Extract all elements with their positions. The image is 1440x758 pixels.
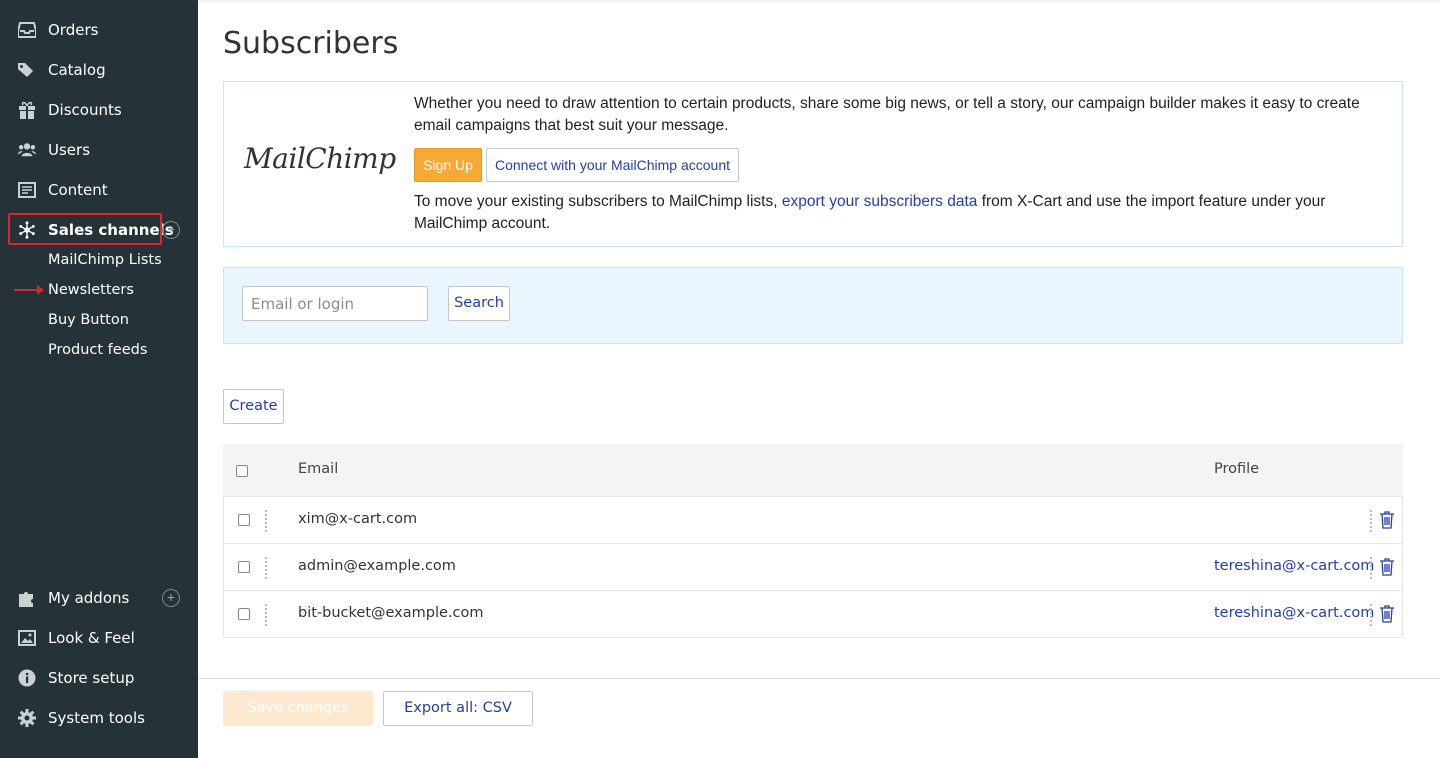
row-checkbox[interactable]: [238, 608, 250, 620]
subscriber-table: xim@x-cart.com admin@example.com tereshi…: [223, 496, 1403, 638]
sidebar-item-label: My addons: [48, 589, 130, 607]
save-changes-button[interactable]: Save changes: [223, 691, 373, 726]
add-sales-channel-icon[interactable]: +: [162, 221, 180, 239]
users-icon: [18, 141, 36, 159]
gift-icon: [18, 101, 36, 119]
column-header-email: Email: [298, 461, 339, 477]
sidebar-item-content[interactable]: Content: [0, 170, 198, 210]
search-input[interactable]: [242, 286, 428, 321]
select-all-checkbox[interactable]: [236, 465, 248, 477]
signup-button[interactable]: Sign Up: [414, 148, 482, 182]
row-checkbox[interactable]: [238, 514, 250, 526]
arrow-indicator-icon: [14, 285, 44, 295]
separator-dots: [1370, 604, 1372, 626]
trash-icon[interactable]: [1379, 558, 1395, 576]
drag-handle-icon[interactable]: [265, 510, 267, 532]
subscriber-email: admin@example.com: [298, 558, 456, 574]
subscriber-email: bit-bucket@example.com: [298, 605, 484, 621]
info-icon: [18, 669, 36, 687]
export-csv-button[interactable]: Export all: CSV: [383, 691, 533, 726]
sidebar-item-label: Store setup: [48, 669, 135, 687]
sidebar-item-label: Look & Feel: [48, 629, 135, 647]
separator-dots: [1370, 510, 1372, 532]
add-addon-icon[interactable]: +: [162, 589, 180, 607]
trash-icon[interactable]: [1379, 605, 1395, 623]
sidebar-item-orders[interactable]: Orders: [0, 10, 198, 50]
trash-icon[interactable]: [1379, 511, 1395, 529]
export-subscribers-link[interactable]: export your subscribers data: [782, 193, 978, 210]
subscriber-profile-link[interactable]: tereshina@x-cart.com: [1214, 605, 1374, 621]
main-content: Subscribers MailChimp Whether you need t…: [198, 0, 1440, 758]
sidebar-item-discounts[interactable]: Discounts: [0, 90, 198, 130]
search-panel: Search: [223, 267, 1403, 344]
sidebar-item-label: Orders: [48, 21, 99, 39]
gear-icon: [18, 709, 36, 727]
row-checkbox[interactable]: [238, 561, 250, 573]
inbox-icon: [18, 21, 36, 39]
mailchimp-promo: MailChimp Whether you need to draw atten…: [223, 81, 1403, 247]
mailchimp-move-text: To move your existing subscribers to Mai…: [414, 191, 1374, 235]
column-header-profile: Profile: [1214, 461, 1260, 477]
page-title: Subscribers: [223, 26, 399, 61]
table-header: Email Profile: [223, 444, 1403, 496]
separator-dots: [1370, 557, 1372, 579]
sidebar-item-look-feel[interactable]: Look & Feel: [0, 618, 198, 658]
sidebar-item-system-tools[interactable]: System tools: [0, 698, 198, 738]
connect-mailchimp-button[interactable]: Connect with your MailChimp account: [486, 148, 739, 182]
sidebar-item-catalog[interactable]: Catalog: [0, 50, 198, 90]
drag-handle-icon[interactable]: [265, 604, 267, 626]
search-button[interactable]: Search: [448, 286, 510, 321]
subscriber-email: xim@x-cart.com: [298, 511, 418, 527]
table-row: admin@example.com tereshina@x-cart.com: [224, 544, 1402, 591]
table-row: xim@x-cart.com: [224, 497, 1402, 544]
sidebar-item-users[interactable]: Users: [0, 130, 198, 170]
puzzle-icon: [18, 589, 36, 607]
highlight-frame: [8, 213, 162, 245]
tags-icon: [18, 61, 36, 79]
sidebar-subitem-mailchimp-lists[interactable]: MailChimp Lists: [48, 245, 162, 275]
sidebar-item-label: Discounts: [48, 101, 122, 119]
create-button[interactable]: Create: [223, 389, 284, 424]
sidebar: Orders Catalog Discounts Users Content S…: [0, 0, 198, 758]
sidebar-subitem-buy-button[interactable]: Buy Button: [48, 305, 129, 335]
image-icon: [18, 629, 36, 647]
sidebar-subitem-newsletters[interactable]: Newsletters: [48, 275, 134, 305]
sidebar-item-label: Content: [48, 181, 108, 199]
sidebar-subitem-product-feeds[interactable]: Product feeds: [48, 335, 147, 365]
sidebar-item-label: System tools: [48, 709, 145, 727]
sidebar-item-store-setup[interactable]: Store setup: [0, 658, 198, 698]
sidebar-item-label: Catalog: [48, 61, 106, 79]
content-icon: [18, 181, 36, 199]
top-shadow: [198, 0, 1440, 4]
sidebar-item-label: Users: [48, 141, 91, 159]
subscriber-profile-link[interactable]: tereshina@x-cart.com: [1214, 558, 1374, 574]
drag-handle-icon[interactable]: [265, 557, 267, 579]
table-row: bit-bucket@example.com tereshina@x-cart.…: [224, 591, 1402, 637]
mailchimp-logo: MailChimp: [244, 142, 396, 175]
move-text-prefix: To move your existing subscribers to Mai…: [414, 193, 782, 210]
footer-divider: [198, 678, 1440, 679]
mailchimp-intro-text: Whether you need to draw attention to ce…: [414, 95, 1360, 134]
